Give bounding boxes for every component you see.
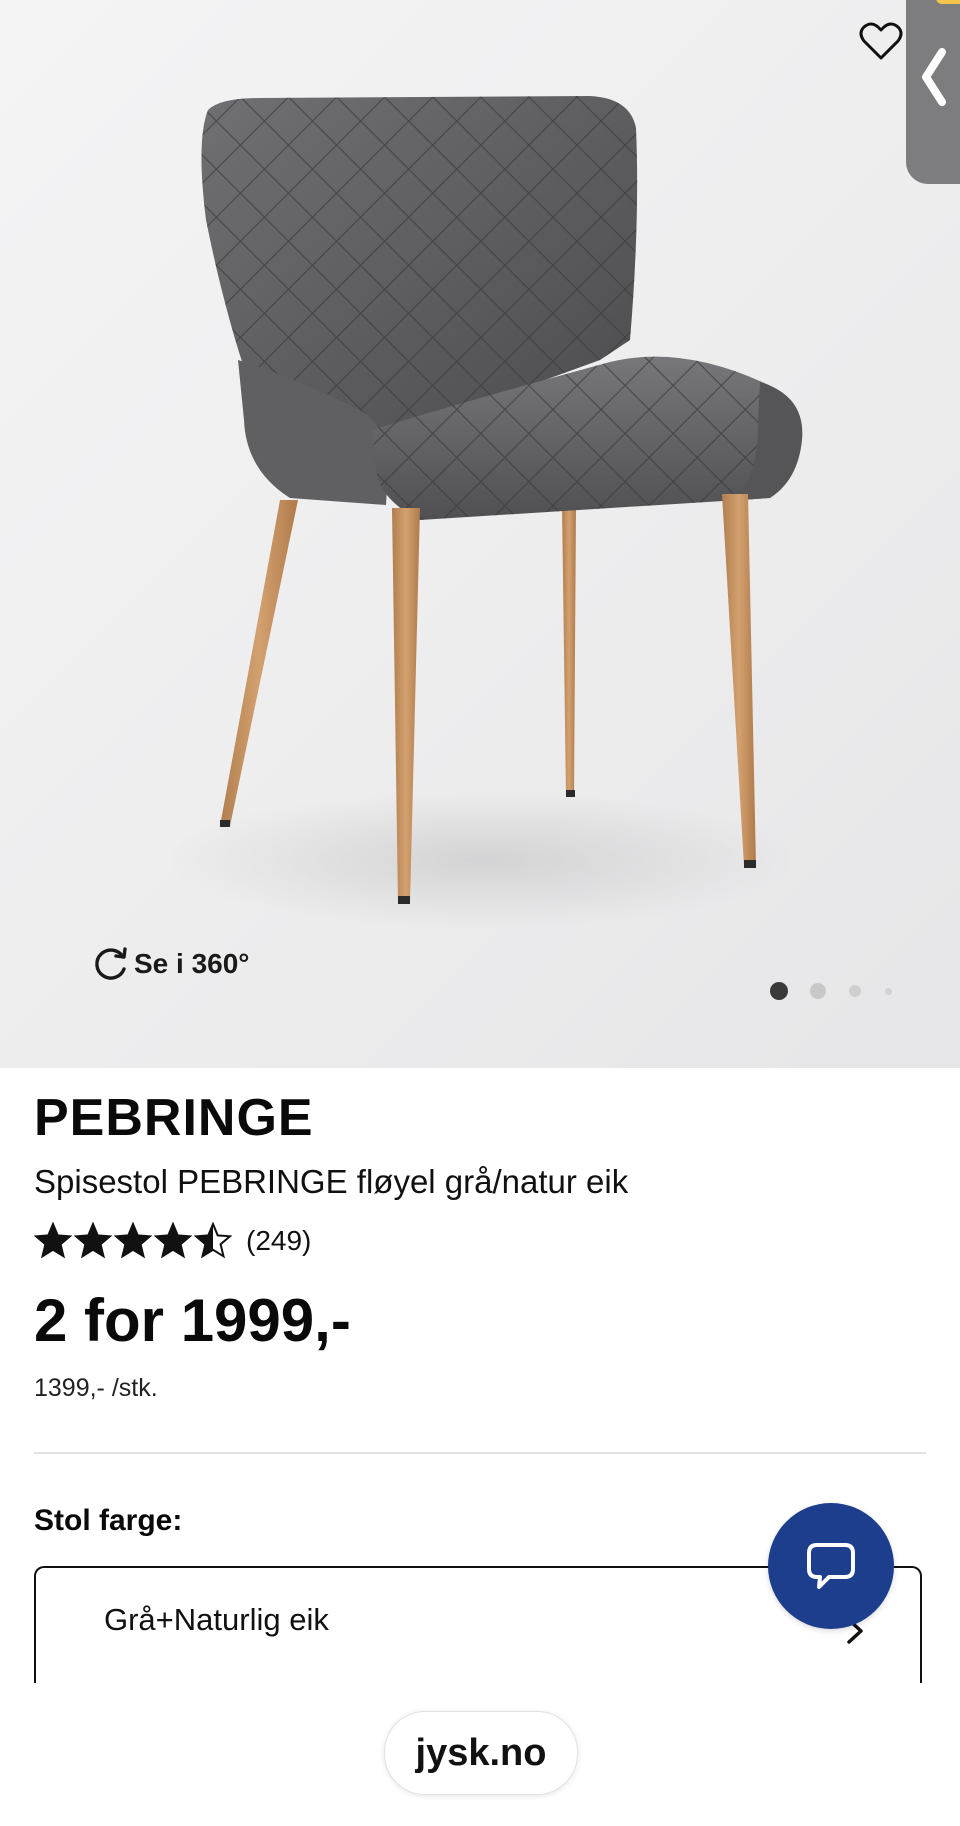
chair-leg-back-left [220,500,298,826]
product-subtitle: Spisestol PEBRINGE fløyel grå/natur eik [34,1163,629,1200]
product-rating[interactable]: (249) [34,1218,311,1264]
color-select-label: Stol farge: [34,1504,183,1537]
star-icon [114,1222,152,1259]
page-dot-active[interactable] [770,982,788,1000]
divider [34,1452,926,1454]
star-icon [154,1222,192,1259]
chair-leg-front-right [722,494,756,866]
star-icon [74,1222,112,1259]
page-dot[interactable] [849,985,861,997]
view-360-button[interactable]: Se i 360° [92,942,250,986]
favorite-button[interactable] [856,16,906,66]
color-select-value: Grå+Naturlig eik [104,1602,329,1637]
review-count: (249) [246,1225,312,1256]
product-title: PEBRINGE [34,1089,314,1147]
star-icon [34,1222,72,1259]
side-panel-tab[interactable] [906,0,960,184]
chair-leg-front-left [392,508,420,902]
address-bar-url: jysk.no [415,1731,547,1774]
view-360-label: Se i 360° [134,948,250,979]
unit-price: 1399,- /stk. [34,1374,158,1402]
chair-leg-back-right [562,505,576,796]
star-icon [194,1222,232,1259]
product-price: 2 for 1999,- [34,1287,351,1354]
chair-product-image [201,96,803,904]
product-image-gallery[interactable]: Se i 360° [0,0,960,1068]
heart-outline-icon [859,22,903,60]
browser-bottom-bar: jysk.no [0,1683,960,1826]
page-dot[interactable] [885,988,892,995]
page-dot[interactable] [810,983,826,999]
side-tab-accent [936,0,960,4]
chat-bubble-icon [807,1543,855,1589]
address-bar[interactable]: jysk.no [384,1711,578,1795]
chat-button[interactable] [768,1503,894,1629]
rating-stars [34,1222,232,1260]
chevron-left-icon [922,48,946,106]
rotate-360-icon [95,947,127,980]
